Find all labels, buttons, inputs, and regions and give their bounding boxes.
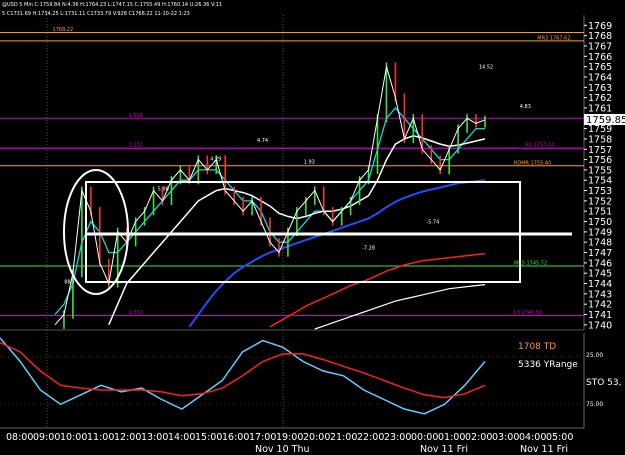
time-tick-label: 11:00 — [87, 432, 114, 443]
price-tick-label: 1740 — [588, 320, 612, 331]
price-annotation: 880 — [64, 280, 74, 286]
price-tick-label: 1750 — [588, 217, 612, 228]
price-axis: 1740174117421743174417451746174717481749… — [583, 15, 612, 331]
price-tick-label: 1742 — [588, 300, 612, 311]
stoch-tick-75: 75.00 — [586, 401, 603, 408]
price-tick-label: 1752 — [588, 196, 612, 207]
time-tick-label: 05:00 — [546, 432, 573, 443]
price-tick-label: 1766 — [588, 52, 612, 63]
date-label: Nov 11 Fri — [520, 444, 568, 455]
sto-label: STO 53, — [586, 378, 621, 388]
level-label: 1768.22 — [53, 27, 74, 33]
price-chart: 1740174117421743174417451746174717481749… — [0, 0, 625, 455]
price-tick-label: 1764 — [588, 72, 612, 83]
price-tick-label: 1761 — [588, 103, 612, 114]
time-tick-label: 03:00 — [492, 432, 519, 443]
price-tick-label: 1744 — [588, 279, 612, 290]
price-tick-label: 1751 — [588, 207, 612, 218]
level-label: 1.272 — [128, 310, 142, 316]
price-annotation: 1.93 — [304, 160, 315, 166]
level-label: R1 1757.10 — [526, 143, 555, 149]
date-label: Nov 10 Thu — [255, 444, 310, 455]
time-tick-label: 23:00 — [384, 432, 411, 443]
price-tick-label: 1743 — [588, 289, 612, 300]
price-annotation: -7.28 — [362, 245, 375, 251]
time-tick-label: 16:00 — [222, 432, 249, 443]
price-tick-label: 1756 — [588, 155, 612, 166]
price-tick-label: 1741 — [588, 310, 612, 321]
time-tick-label: 20:00 — [303, 432, 330, 443]
price-annotation: 5.98 — [158, 187, 169, 193]
time-tick-label: 15:00 — [195, 432, 222, 443]
price-tick-label: 1745 — [588, 269, 612, 280]
header-line-2: 5 C1731.69 H:1734.25 L:1731.11 C1733.79 … — [2, 11, 190, 17]
price-tick-label: 1768 — [588, 31, 612, 42]
time-tick-label: 17:00 — [249, 432, 276, 443]
time-tick-label: 02:00 — [465, 432, 492, 443]
td-label: 1708 TD — [518, 342, 556, 352]
price-tick-label: 1758 — [588, 134, 612, 145]
price-tick-label: 1765 — [588, 62, 612, 73]
price-tick-label: 1763 — [588, 83, 612, 94]
price-tick-label: 1769 — [588, 21, 612, 32]
header-line-1: @USD 5 Min C:1759.84 N:4.36 H:1764.23 L:… — [2, 2, 222, 8]
price-tick-label: 1748 — [588, 238, 612, 249]
price-tick-label: 1762 — [588, 93, 612, 104]
price-tick-label: 1757 — [588, 145, 612, 156]
price-tick-label: 1754 — [588, 176, 612, 187]
price-tick-label: 1767 — [588, 41, 612, 52]
stoch-tick-25: 25.00 — [586, 352, 603, 359]
yrange-label: 5336 YRange — [518, 360, 578, 370]
level-label: 1.618 — [128, 113, 142, 119]
price-annotation: 4.29 — [210, 157, 221, 163]
price-tick-label: 1749 — [588, 227, 612, 238]
time-tick-label: 12:00 — [114, 432, 141, 443]
time-tick-label: 04:00 — [519, 432, 546, 443]
time-tick-label: 21:00 — [330, 432, 357, 443]
date-label: Nov 11 Fri — [420, 444, 468, 455]
time-tick-label: 14:00 — [168, 432, 195, 443]
time-tick-label: 22:00 — [357, 432, 384, 443]
level-label: RDMR 1755.40 — [514, 160, 551, 166]
price-tick-label: 1746 — [588, 258, 612, 269]
level-label: MR3 1767.62 — [537, 35, 570, 41]
level-label: MR5 1745.72 — [514, 260, 547, 266]
price-annotation: 4.74 — [257, 138, 268, 144]
time-tick-label: 13:00 — [141, 432, 168, 443]
time-tick-label: 09:00 — [33, 432, 60, 443]
price-tick-label: 1755 — [588, 165, 612, 176]
current-price-label: 1759.85 — [586, 115, 625, 126]
price-annotation: 14.52 — [479, 65, 493, 71]
time-tick-label: 00:00 — [411, 432, 438, 443]
time-tick-label: 01:00 — [438, 432, 465, 443]
price-annotation: 4.83 — [520, 104, 531, 110]
time-tick-label: 08:00 — [6, 432, 33, 443]
price-tick-label: 1747 — [588, 248, 612, 259]
price-tick-label: 1753 — [588, 186, 612, 197]
time-tick-label: 19:00 — [276, 432, 303, 443]
price-annotation: -5.74 — [426, 220, 439, 226]
time-tick-label: 10:00 — [60, 432, 87, 443]
